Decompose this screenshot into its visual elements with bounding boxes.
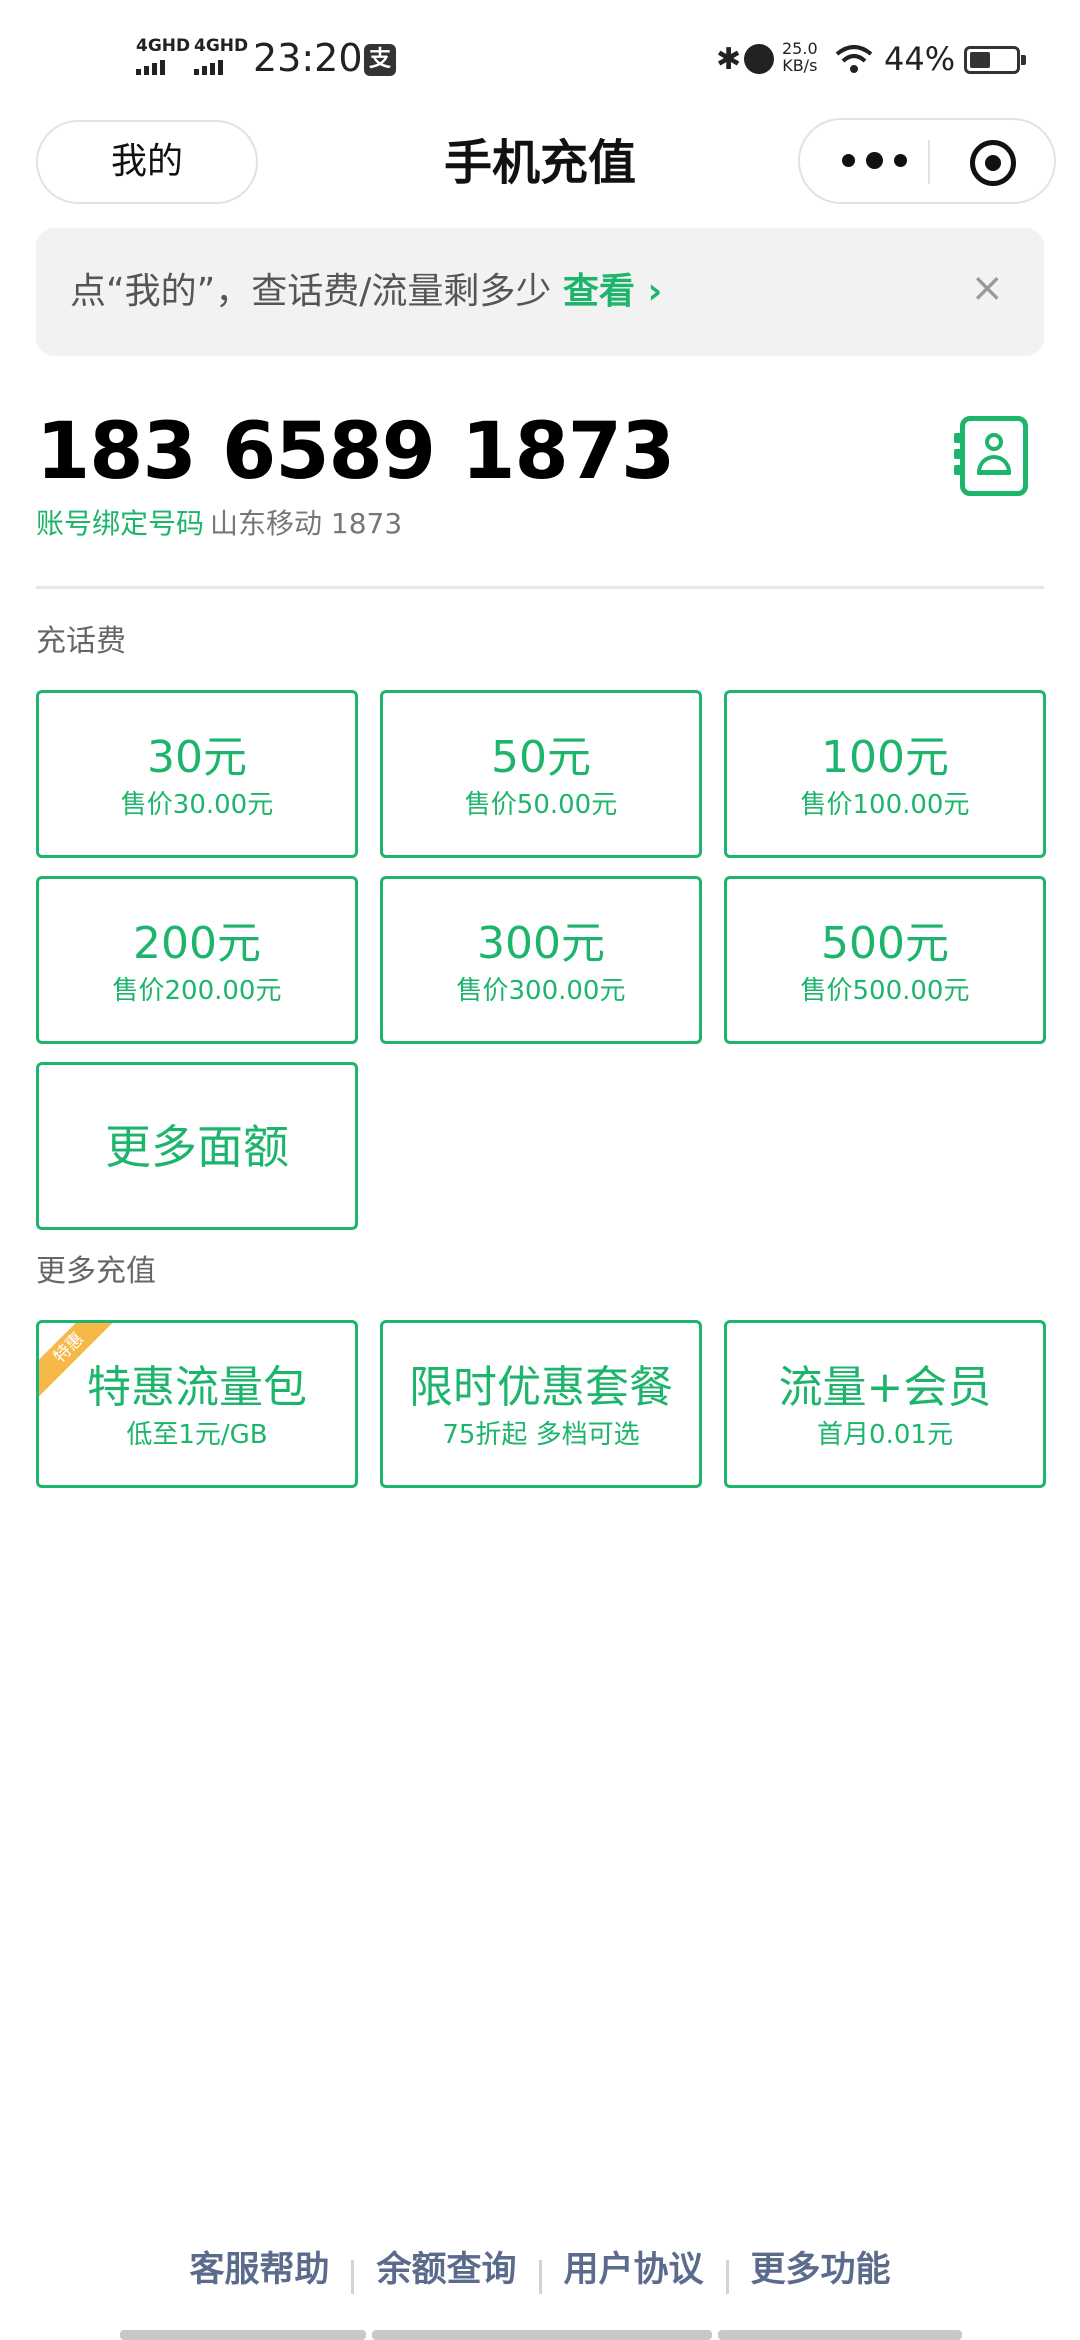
phone-number[interactable]: 183 6589 1873: [36, 404, 675, 500]
topup-price: 售价100.00元: [800, 790, 970, 820]
data-membership-card[interactable]: 流量+会员 首月0.01元: [724, 1320, 1046, 1488]
signal-label-2: 4GHD: [194, 36, 249, 56]
topup-price: 售价500.00元: [800, 976, 970, 1006]
mini-program-capsule: [798, 118, 1056, 204]
topup-amount: 500元: [821, 918, 949, 969]
user-agreement-link[interactable]: 用户协议: [542, 2240, 726, 2300]
more-item-title: 限时优惠套餐: [409, 1362, 673, 1413]
network-speed-unit: KB/s: [782, 56, 818, 75]
more-amounts-label: 更多面额: [105, 1120, 289, 1174]
signal-indicator-1: 4GHD: [136, 38, 190, 75]
topup-amount: 50元: [491, 732, 591, 783]
bluetooth-icon: ✱: [716, 42, 742, 77]
carrier-info: 山东移动 1873: [210, 507, 403, 540]
topup-amount: 200元: [133, 918, 261, 969]
network-speed-value: 25.0: [782, 39, 818, 58]
balance-query-link[interactable]: 余额查询: [354, 2240, 538, 2300]
status-bar: 4GHD 4GHD 23:20 支 ✱ 25.0 KB/s 44%: [0, 0, 1080, 120]
topup-price: 售价300.00元: [456, 976, 626, 1006]
more-amounts-button[interactable]: 更多面额: [36, 1062, 358, 1230]
gesture-bar: [120, 2330, 366, 2340]
topup-option-100[interactable]: 100元 售价100.00元: [724, 690, 1046, 858]
topup-option-50[interactable]: 50元 售价50.00元: [380, 690, 702, 858]
network-speed: 25.0 KB/s: [782, 40, 818, 74]
signal-bars-icon: [136, 58, 190, 75]
divider: [36, 586, 1044, 589]
signal-indicator-2: 4GHD: [194, 38, 248, 75]
more-item-desc: 低至1元/GB: [126, 1420, 268, 1450]
signal-bars-icon: [194, 58, 248, 75]
tip-view-link[interactable]: 查看 ›: [563, 271, 662, 312]
topup-option-300[interactable]: 300元 售价300.00元: [380, 876, 702, 1044]
battery-percent: 44%: [884, 40, 956, 78]
topup-option-30[interactable]: 30元 售价30.00元: [36, 690, 358, 858]
limited-plan-card[interactable]: 限时优惠套餐 75折起 多档可选: [380, 1320, 702, 1488]
tip-banner: 点“我的”，查话费/流量剩多少 查看 › ×: [36, 228, 1044, 356]
more-dots-icon[interactable]: [836, 120, 916, 202]
data-pack-card[interactable]: 特惠 特惠流量包 低至1元/GB: [36, 1320, 358, 1488]
customer-help-link[interactable]: 客服帮助: [167, 2240, 351, 2300]
wifi-icon: [835, 45, 873, 73]
tip-view-label: 查看: [562, 271, 635, 312]
phone-info: 账号绑定号码 山东移动 1873: [36, 506, 402, 542]
bound-number-label: 账号绑定号码: [36, 507, 205, 540]
capsule-divider: [928, 140, 930, 184]
chevron-right-icon: ›: [634, 271, 663, 312]
topup-option-200[interactable]: 200元 售价200.00元: [36, 876, 358, 1044]
more-section-label: 更多充值: [36, 1254, 156, 1289]
topup-price: 售价50.00元: [464, 790, 618, 820]
target-icon[interactable]: [970, 140, 1016, 186]
alarm-icon: [744, 44, 774, 74]
topup-price: 售价200.00元: [112, 976, 282, 1006]
topup-option-500[interactable]: 500元 售价500.00元: [724, 876, 1046, 1044]
topup-amount: 100元: [821, 732, 949, 783]
gesture-bar: [372, 2330, 712, 2340]
more-item-title: 流量+会员: [778, 1362, 992, 1413]
more-item-desc: 75折起 多档可选: [442, 1420, 640, 1450]
status-time: 23:20: [253, 36, 363, 80]
gesture-bar: [718, 2330, 962, 2340]
topup-section-label: 充话费: [36, 624, 126, 659]
more-item-title: 特惠流量包: [87, 1362, 307, 1413]
contact-book-icon[interactable]: [954, 416, 1028, 496]
more-functions-link[interactable]: 更多功能: [729, 2240, 913, 2300]
close-icon[interactable]: ×: [970, 264, 1004, 312]
signal-label-1: 4GHD: [136, 36, 191, 56]
battery-icon: [964, 46, 1026, 74]
more-item-desc: 首月0.01元: [817, 1420, 953, 1450]
topup-amount: 300元: [477, 918, 605, 969]
tip-text: 点“我的”，查话费/流量剩多少: [70, 271, 552, 312]
tip-text-row: 点“我的”，查话费/流量剩多少 查看 ›: [70, 268, 662, 316]
topup-price: 售价30.00元: [120, 790, 274, 820]
alipay-notification-icon: 支: [364, 44, 396, 76]
footer-links: 客服帮助 余额查询 用户协议 更多功能: [0, 2240, 1080, 2300]
topup-amount: 30元: [147, 732, 247, 783]
